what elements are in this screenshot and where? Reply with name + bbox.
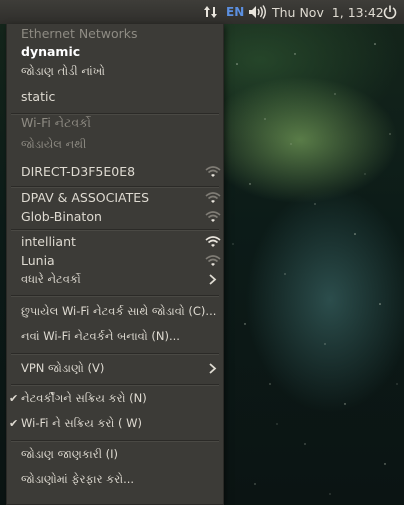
wifi-network-item[interactable]: Lunia <box>7 251 223 270</box>
chevron-right-icon <box>209 274 217 285</box>
wifi-signal-good-icon <box>205 236 221 247</box>
wifi-network-item[interactable]: intelliant <box>7 232 223 251</box>
keyboard-layout-indicator[interactable]: EN <box>226 0 244 24</box>
network-menu: Ethernet Networks dynamic જોડાણ તોડી નાં… <box>6 24 224 505</box>
create-new-network-item[interactable]: નવાં Wi-Fi નેટવર્કને બનાવો (N)... <box>7 327 223 346</box>
menu-separator <box>11 229 219 231</box>
ethernet-networks-header: Ethernet Networks <box>21 26 138 41</box>
wifi-signal-weak-icon <box>205 192 221 203</box>
wifi-not-connected: જોડાયેલ નથી <box>21 137 87 151</box>
vpn-connections-item[interactable]: VPN જોડાણો (V) <box>7 359 223 378</box>
menu-separator <box>11 295 219 297</box>
menu-separator <box>11 353 219 355</box>
wifi-networks-header: Wi-Fi નેટવર્કો <box>21 115 91 130</box>
enable-wifi-toggle[interactable]: ✔ Wi-Fi ને સક્રિય કરો ( W) <box>7 414 223 433</box>
checkmark-icon: ✔ <box>9 392 19 405</box>
wifi-signal-weak-icon <box>205 255 221 266</box>
wifi-network-item[interactable]: Glob-Binaton <box>7 207 223 226</box>
connection-info-item[interactable]: જોડાણ જાણકારી (I) <box>7 445 223 464</box>
enable-networking-toggle[interactable]: ✔ નેટવર્કીંગને સક્રિય કરો (N) <box>7 389 223 408</box>
edit-connections-item[interactable]: જોડાણોમાં ફેરફાર કરો... <box>7 470 223 489</box>
chevron-right-icon <box>209 363 217 374</box>
ethernet-connection-static[interactable]: static <box>7 87 223 106</box>
wifi-signal-weak-icon <box>205 166 221 177</box>
clock[interactable]: Thu Nov 1, 13:42 <box>272 0 384 24</box>
disconnect-item[interactable]: જોડાણ તોડી નાંખો <box>7 62 223 81</box>
checkmark-icon: ✔ <box>9 417 19 430</box>
menu-separator <box>11 384 219 386</box>
menu-separator <box>11 440 219 442</box>
power-icon[interactable] <box>382 0 398 24</box>
connect-hidden-network-item[interactable]: છુપાયેલ Wi-Fi નેટવર્ક સાથે જોડાવો (C)... <box>7 302 223 321</box>
ethernet-connection-dynamic[interactable]: dynamic <box>7 42 223 61</box>
wifi-signal-weak-icon <box>205 211 221 222</box>
top-panel: EN Thu Nov 1, 13:42 <box>0 0 404 24</box>
more-networks-item[interactable]: વધારે નેટવર્કો <box>7 270 223 289</box>
network-updown-icon[interactable] <box>201 0 221 24</box>
wifi-network-item[interactable]: DIRECT-D3F5E0E8 <box>7 162 223 181</box>
volume-icon[interactable] <box>248 0 268 24</box>
wifi-network-item[interactable]: DPAV & ASSOCIATES <box>7 188 223 207</box>
